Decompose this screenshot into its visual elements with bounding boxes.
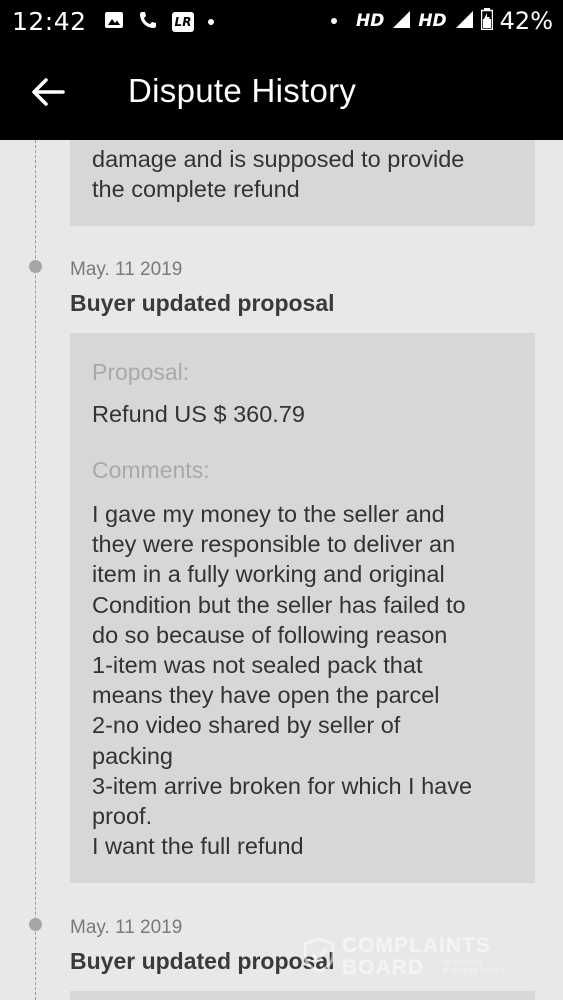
- image-icon: [104, 10, 124, 34]
- watermark-line1: COMPLAINTS: [342, 934, 491, 957]
- phone-icon: [138, 10, 158, 34]
- shield-logo-icon: [304, 938, 334, 972]
- comments-label: Comments:: [92, 457, 210, 483]
- comments-value: I gave my money to the seller and they w…: [92, 501, 473, 860]
- proposal-label: Proposal:: [92, 359, 190, 385]
- timeline-dot: [29, 260, 42, 273]
- dispute-timeline[interactable]: damage and is supposed to provide the co…: [0, 140, 563, 1000]
- complaints-board-watermark: COMPLAINTS BOARD RESOLVING BUSINESS ISSU…: [300, 932, 530, 982]
- proposal-value: Refund US $ 360.79: [92, 401, 305, 427]
- proposal-card: [70, 991, 535, 1000]
- entry-title: Buyer updated proposal: [70, 290, 335, 316]
- previous-entry-text: damage and is supposed to provide the co…: [92, 146, 465, 203]
- battery-percent: 42%: [499, 7, 553, 35]
- dot-icon: [330, 18, 337, 24]
- previous-entry-card: damage and is supposed to provide the co…: [70, 140, 535, 226]
- system-icons: HD HD 42%: [330, 7, 553, 35]
- signal-icon: [454, 9, 474, 34]
- watermark-tagline: RESOLVING BUSINESS ISSUES: [442, 960, 506, 975]
- app-bar: Dispute History: [0, 44, 563, 140]
- watermark-line2: BOARD: [342, 956, 424, 979]
- entry-date: May. 11 2019: [70, 917, 183, 938]
- proposal-card: Proposal: Refund US $ 360.79 Comments: I…: [70, 333, 535, 883]
- status-time: 12:42: [12, 7, 87, 36]
- arrow-left-icon: [32, 78, 65, 106]
- page-title: Dispute History: [128, 72, 357, 109]
- entry-title: Buyer updated proposal: [70, 948, 335, 974]
- timeline-dot: [29, 918, 42, 931]
- network-label-2: HD: [418, 11, 447, 31]
- entry-date: May. 11 2019: [70, 259, 183, 280]
- network-label-1: HD: [355, 11, 385, 31]
- battery-icon: [480, 7, 493, 35]
- notification-icons: LR: [104, 10, 214, 34]
- status-bar: 12:42 LR HD HD 42%: [0, 0, 563, 44]
- back-button[interactable]: [30, 74, 70, 110]
- lr-app-icon: LR: [172, 12, 194, 32]
- signal-icon: [391, 9, 411, 34]
- dot-icon: [208, 19, 214, 25]
